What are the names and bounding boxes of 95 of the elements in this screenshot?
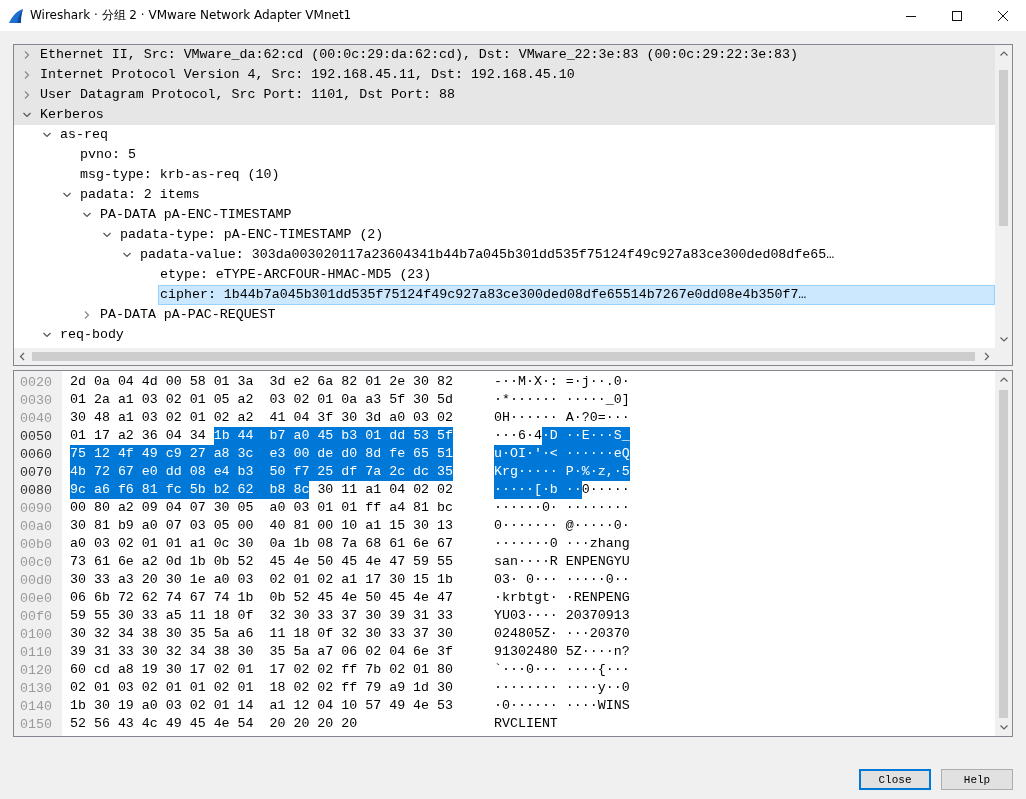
offset-label: 0110 (19, 644, 53, 660)
chevron-down-icon[interactable] (123, 251, 131, 259)
hex-bytes: 73 61 6e a2 0d 1b 0b 52 45 4e 50 45 4e 47 59 55 (70, 553, 453, 571)
offset-label: 00e0 (19, 590, 53, 606)
offset-label: 0140 (19, 698, 53, 714)
hex-bytes: 9c a6 f6 81 fc 5b b2 62 b8 8c (70, 481, 310, 499)
offset-label: 0060 (19, 446, 53, 462)
scrollbar-thumb[interactable] (32, 352, 975, 361)
hex-bytes: 30 11 a1 04 02 02 (317, 481, 454, 499)
chevron-right-icon[interactable] (23, 91, 31, 99)
hex-bytes: 1b 44 b7 a0 45 b3 01 dd 53 5f (213, 427, 454, 445)
tree-item[interactable]: etype: eTYPE-ARCFOUR-HMAC-MD5 (23) (158, 265, 995, 285)
offset-label: 0100 (19, 626, 53, 642)
offset-label: 00b0 (19, 536, 53, 552)
window-title: Wireshark · 分组 2 · VMware Network Adapter VMnet1 (30, 7, 352, 24)
offset-label: 0020 (19, 374, 53, 390)
tree-item[interactable]: padata-value: 303da003020117a23604341b44b7a045b301dd535f75124f49c927a83ce300ded08dfe65… (138, 245, 995, 265)
ascii-text: ······0· ········ (494, 499, 630, 517)
hex-bytes: 60 cd a8 19 30 17 02 01 17 02 02 ff 7b 02 01 80 (70, 661, 453, 679)
ascii-text: ·*······ ·····_0] (494, 391, 630, 409)
ascii-text: Krg····· P·%·z,·5 (494, 463, 630, 481)
hex-bytes: 30 81 b9 a0 07 03 05 00 40 81 00 10 a1 15 30 13 (70, 517, 453, 535)
hex-bytes: 30 32 34 38 30 35 5a a6 11 18 0f 32 30 33 37 30 (70, 625, 453, 643)
scrollbar-thumb[interactable] (999, 70, 1008, 226)
ascii-text: 0H······ A·?0=··· (494, 409, 630, 427)
hex-bytes: 30 48 a1 03 02 01 02 a2 41 04 3f 30 3d a0 03 02 (70, 409, 453, 427)
ascii-text: ·krbtgt· ·RENPENG (494, 589, 630, 607)
chevron-down-icon[interactable] (63, 191, 71, 199)
ascii-text: -··M·X·: =·j··.0· (494, 373, 630, 391)
ascii-text: ·······0 ···zhang (494, 535, 630, 553)
dialog-button[interactable]: Help (941, 769, 1013, 790)
chevron-right-icon[interactable] (83, 311, 91, 319)
dialog-button[interactable]: Close (859, 769, 931, 790)
tree-item[interactable]: PA-DATA pA-ENC-TIMESTAMP (98, 205, 995, 225)
chevron-down-icon[interactable] (43, 331, 51, 339)
ascii-text: ·0······ ····WINS (494, 697, 630, 715)
offset-label: 00d0 (19, 572, 53, 588)
hex-bytes: 1b 30 19 a0 03 02 01 14 a1 12 04 10 57 49 4e 53 (70, 697, 453, 715)
chevron-down-icon[interactable] (43, 131, 51, 139)
offset-label: 0030 (19, 392, 53, 408)
hex-bytes: 02 01 03 02 01 01 02 01 18 02 02 ff 79 a9 1d 30 (70, 679, 453, 697)
shark-fin-icon (8, 7, 24, 24)
ascii-text: 0····· (581, 481, 630, 499)
ascii-text: san····R ENPENGYU (494, 553, 630, 571)
hex-bytes: 01 2a a1 03 02 01 05 a2 03 02 01 0a a3 5f 30 5d (70, 391, 453, 409)
offset-label: 0070 (19, 464, 53, 480)
ascii-text: ········ ····y··0 (494, 679, 630, 697)
hex-bytes: 06 6b 72 62 74 67 74 1b 0b 52 45 4e 50 45 4e 47 (70, 589, 453, 607)
vertical-scrollbar[interactable] (995, 371, 1012, 736)
tree-item[interactable]: msg-type: krb-as-req (10) (78, 165, 995, 185)
hex-bytes: 00 80 a2 09 04 07 30 05 a0 03 01 01 ff a4 81 bc (70, 499, 453, 517)
hex-bytes: 39 31 33 30 32 34 38 30 35 5a a7 06 02 04 6e 3f (70, 643, 453, 661)
tree-item[interactable]: padata-type: pA-ENC-TIMESTAMP (2) (118, 225, 995, 245)
hex-bytes: 30 33 a3 20 30 1e a0 03 02 01 02 a1 17 30 15 1b (70, 571, 453, 589)
ascii-text: YU03···· 20370913 (494, 607, 630, 625)
tree-item[interactable]: as-req (58, 125, 995, 145)
offset-label: 0120 (19, 662, 53, 678)
offset-label: 0150 (19, 716, 53, 732)
chevron-down-icon[interactable] (103, 231, 111, 239)
hex-bytes: a0 03 02 01 01 a1 0c 30 0a 1b 08 7a 68 61 6e 67 (70, 535, 453, 553)
tree-item[interactable]: PA-DATA pA-PAC-REQUEST (98, 305, 995, 325)
ascii-text: 03· 0··· ·····0·· (494, 571, 630, 589)
ascii-text: ·····[·b ·· (494, 481, 582, 499)
vertical-scrollbar[interactable] (995, 45, 1012, 348)
scrollbar-thumb[interactable] (999, 390, 1008, 718)
ascii-text: `···0··· ····{··· (494, 661, 630, 679)
ascii-text: 024805Z· ···20370 (494, 625, 630, 643)
tree-item[interactable]: padata: 2 items (78, 185, 995, 205)
ascii-text: 91302480 5Z····n? (494, 643, 630, 661)
hex-bytes: 75 12 4f 49 c9 27 a8 3c e3 00 de d0 8d fe 65 51 (70, 445, 453, 463)
offset-label: 00c0 (19, 554, 53, 570)
chevron-right-icon[interactable] (23, 71, 31, 79)
ascii-text: ·D ··E···S_ (541, 427, 630, 445)
offset-label: 0130 (19, 680, 53, 696)
tree-item[interactable]: cipher: 1b44b7a045b301dd535f75124f49c927a83ce300ded08dfe65514b7267e0dd08e4b350f7… (158, 285, 995, 305)
hex-bytes: 52 56 43 4c 49 45 4e 54 20 20 20 20 (70, 715, 358, 733)
tree-item[interactable]: pvno: 5 (78, 145, 995, 165)
chevron-down-icon[interactable] (23, 111, 31, 119)
offset-label: 0090 (19, 500, 53, 516)
ascii-text: u·OI·'·< ······eQ (494, 445, 630, 463)
chevron-right-icon[interactable] (23, 51, 31, 59)
offset-label: 00a0 (19, 518, 53, 534)
hex-bytes: 2d 0a 04 4d 00 58 01 3a 3d e2 6a 82 01 2e 30 82 (70, 373, 453, 391)
hex-bytes: 59 55 30 33 a5 11 18 0f 32 30 33 37 30 39 31 33 (70, 607, 453, 625)
chevron-down-icon[interactable] (83, 211, 91, 219)
offset-label: 0050 (19, 428, 53, 444)
offset-label: 00f0 (19, 608, 53, 624)
ascii-text: 0······· @·····0· (494, 517, 630, 535)
offset-label: 0080 (19, 482, 53, 498)
hex-bytes: 4b 72 67 e0 dd 08 e4 b3 50 f7 25 df 7a 2c dc 35 (70, 463, 453, 481)
ascii-text: ···6·4 (494, 427, 542, 445)
hex-bytes: 01 17 a2 36 04 34 (70, 427, 206, 445)
tree-item[interactable]: req-body (58, 325, 995, 345)
offset-label: 0040 (19, 410, 53, 426)
ascii-text: RVCLIENT (494, 715, 558, 733)
